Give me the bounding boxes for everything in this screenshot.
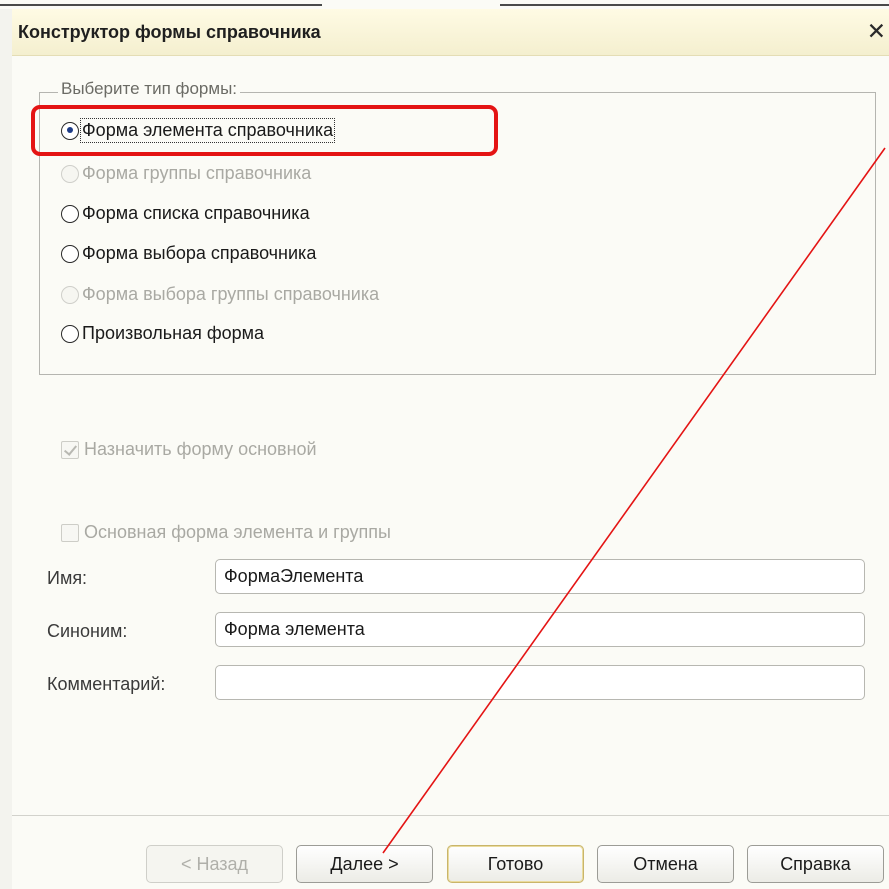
radio-button[interactable] <box>61 244 79 263</box>
window-title: Конструктор формы справочника <box>18 22 321 42</box>
synonym-input[interactable] <box>215 612 865 647</box>
synonym-label: Синоним: <box>47 621 128 641</box>
radio-button[interactable] <box>61 324 79 343</box>
name-input[interactable] <box>215 559 865 594</box>
radio-label: Форма группы справочника <box>82 163 312 183</box>
radio-label: Форма выбора справочника <box>82 243 317 263</box>
radio-label: Форма выбора группы справочника <box>82 284 380 304</box>
form-designer-dialog: Конструктор формы справочника ✕ Выберите… <box>12 9 889 889</box>
cancel-button[interactable]: Отмена <box>597 845 734 883</box>
finish-button[interactable]: Готово <box>447 845 584 883</box>
close-icon[interactable]: ✕ <box>867 18 886 45</box>
comment-input[interactable] <box>215 665 865 700</box>
radio-button <box>61 164 79 183</box>
radio-form-group: Форма группы справочника <box>61 163 311 184</box>
checkbox-set-main: Назначить форму основной <box>61 439 317 460</box>
radio-form-choice[interactable]: Форма выбора справочника <box>61 243 316 264</box>
checkbox-label: Основная форма элемента и группы <box>84 522 391 542</box>
comment-label: Комментарий: <box>47 674 166 694</box>
name-label: Имя: <box>47 568 88 588</box>
checkbox <box>61 440 79 459</box>
radio-label: Форма списка справочника <box>82 203 310 223</box>
background-window-edge <box>500 4 889 6</box>
footer-separator <box>12 815 889 816</box>
form-type-group-legend: Выберите тип формы: <box>58 79 241 99</box>
next-button[interactable]: Далее > <box>296 845 433 883</box>
radio-form-element[interactable]: Форма элемента справочника <box>61 118 336 143</box>
radio-form-group-choice: Форма выбора группы справочника <box>61 284 379 305</box>
title-bar: Конструктор формы справочника ✕ <box>12 9 889 56</box>
radio-form-custom[interactable]: Произвольная форма <box>61 323 264 344</box>
checkbox <box>61 523 79 542</box>
radio-button <box>61 285 79 304</box>
top-strip <box>0 0 889 9</box>
checkbox-label: Назначить форму основной <box>84 439 317 459</box>
background-window-edge <box>0 4 322 6</box>
radio-button[interactable] <box>61 121 79 140</box>
radio-label: Форма элемента справочника <box>79 118 336 143</box>
radio-label: Произвольная форма <box>82 323 265 343</box>
radio-button[interactable] <box>61 204 79 223</box>
help-button[interactable]: Справка <box>747 845 884 883</box>
radio-form-list[interactable]: Форма списка справочника <box>61 203 310 224</box>
checkbox-main-element-group: Основная форма элемента и группы <box>61 522 391 543</box>
back-button[interactable]: < Назад <box>146 845 283 883</box>
